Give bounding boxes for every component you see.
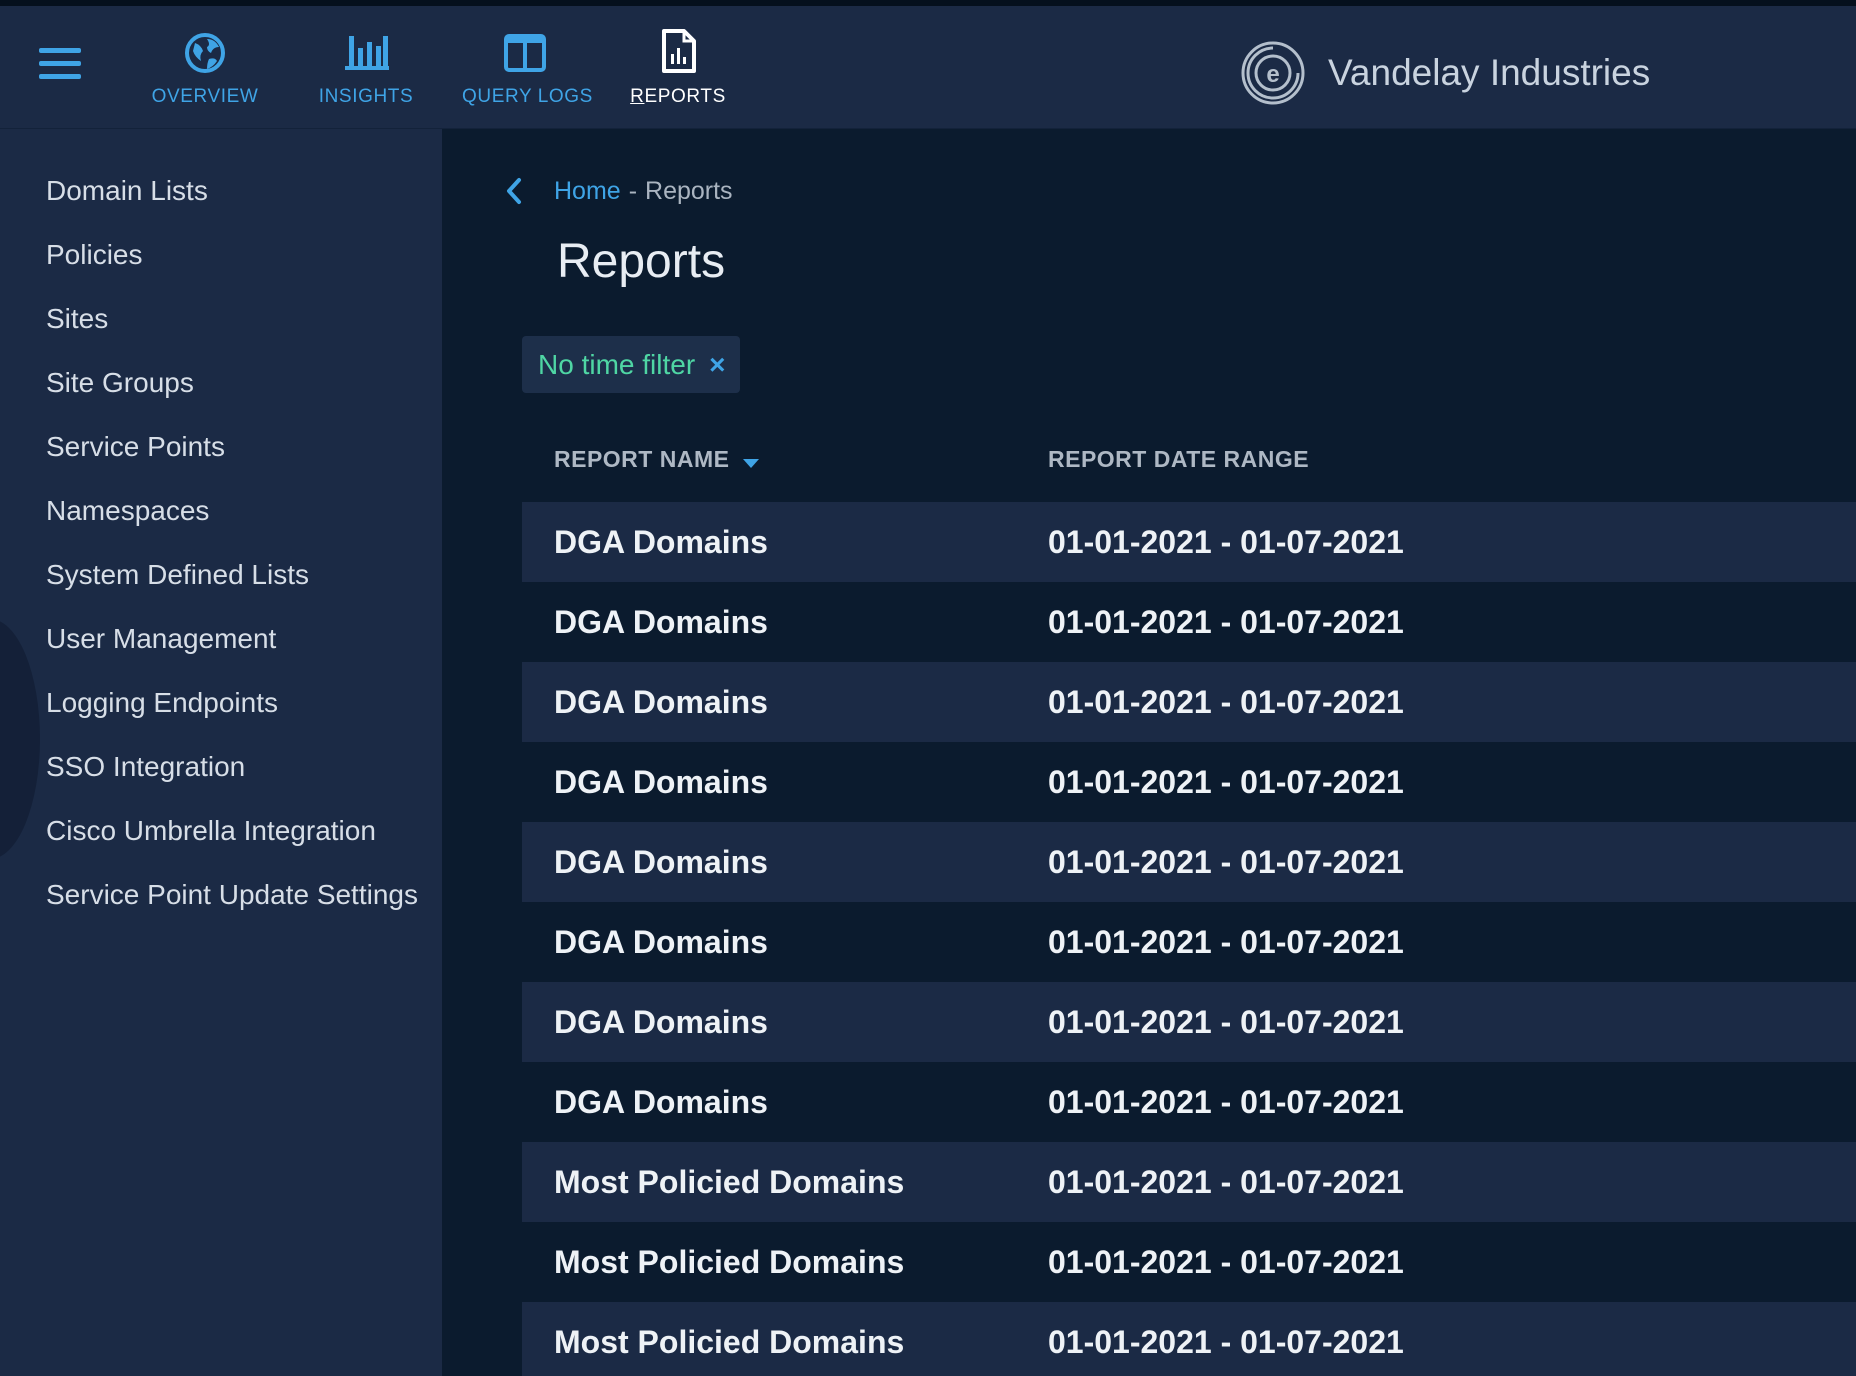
column-header-report-date-range: REPORT DATE RANGE (1048, 446, 1310, 472)
breadcrumb: Home - Reports (504, 171, 733, 211)
table-row[interactable]: DGA Domains 01-01-2021 - 01-07-2021 (522, 982, 1856, 1062)
column-header-report-name-label: REPORT NAME (554, 446, 730, 472)
breadcrumb-separator: - (628, 176, 638, 205)
time-filter-label: No time filter (538, 348, 696, 380)
table-row[interactable]: DGA Domains 01-01-2021 - 01-07-2021 (522, 662, 1856, 742)
report-date-range-cell: 01-01-2021 - 01-07-2021 (1048, 1084, 1404, 1120)
table-row[interactable]: Most Policied Domains 01-01-2021 - 01-07… (522, 1142, 1856, 1222)
nav-insights[interactable]: INSIGHTS (316, 26, 416, 116)
breadcrumb-current: Reports (645, 176, 733, 205)
table-row[interactable]: DGA Domains 01-01-2021 - 01-07-2021 (522, 822, 1856, 902)
chevron-left-icon[interactable] (504, 176, 524, 206)
sidebar-item-domain-lists[interactable]: Domain Lists (46, 159, 418, 223)
table-row[interactable]: DGA Domains 01-01-2021 - 01-07-2021 (522, 1062, 1856, 1142)
nav-overview-label: OVERVIEW (151, 86, 259, 107)
report-date-range-cell: 01-01-2021 - 01-07-2021 (1048, 844, 1404, 880)
table-row[interactable]: DGA Domains 01-01-2021 - 01-07-2021 (522, 502, 1856, 582)
sidebar-item-logging-endpoints[interactable]: Logging Endpoints (46, 671, 418, 735)
report-name-cell: DGA Domains (554, 524, 768, 560)
table-row[interactable]: Most Policied Domains 01-01-2021 - 01-07… (522, 1302, 1856, 1376)
sidebar-item-site-groups[interactable]: Site Groups (46, 351, 418, 415)
page-title: Reports (557, 235, 726, 288)
report-date-range-cell: 01-01-2021 - 01-07-2021 (1048, 604, 1404, 640)
table-row[interactable]: DGA Domains 01-01-2021 - 01-07-2021 (522, 742, 1856, 822)
time-filter-chip[interactable]: No time filter × (522, 336, 740, 393)
svg-text:e: e (1266, 61, 1279, 88)
nav-insights-label: INSIGHTS (318, 86, 414, 107)
report-name-cell: DGA Domains (554, 924, 768, 960)
main-content: Home - Reports Reports No time filter × … (442, 129, 1856, 1376)
sidebar-item-sso-integration[interactable]: SSO Integration (46, 735, 418, 799)
report-date-range-cell: 01-01-2021 - 01-07-2021 (1048, 924, 1404, 960)
hamburger-menu-icon[interactable] (39, 48, 81, 84)
table-header: REPORT NAME REPORT DATE RANGE (522, 424, 1856, 502)
report-name-cell: Most Policied Domains (554, 1324, 905, 1360)
sidebar-item-policies[interactable]: Policies (46, 223, 418, 287)
report-name-cell: DGA Domains (554, 684, 768, 720)
report-name-cell: DGA Domains (554, 604, 768, 640)
report-date-range-cell: 01-01-2021 - 01-07-2021 (1048, 764, 1404, 800)
company-logo-icon: e (1241, 41, 1305, 105)
report-name-cell: DGA Domains (554, 1084, 768, 1120)
nav-reports-label: REPORTS (630, 86, 726, 107)
sidebar-menu: Domain Lists Policies Sites Site Groups … (46, 159, 418, 927)
table-row[interactable]: Most Policied Domains 01-01-2021 - 01-07… (522, 1222, 1856, 1302)
sidebar: Domain Lists Policies Sites Site Groups … (0, 129, 442, 1376)
table-row[interactable]: DGA Domains 01-01-2021 - 01-07-2021 (522, 902, 1856, 982)
report-date-range-cell: 01-01-2021 - 01-07-2021 (1048, 1324, 1404, 1360)
close-icon[interactable]: × (709, 349, 725, 381)
brand: e Vandelay Industries (1240, 38, 1650, 108)
sidebar-item-sites[interactable]: Sites (46, 287, 418, 351)
sidebar-item-system-defined-lists[interactable]: System Defined Lists (46, 543, 418, 607)
report-date-range-cell: 01-01-2021 - 01-07-2021 (1048, 1164, 1404, 1200)
report-date-range-cell: 01-01-2021 - 01-07-2021 (1048, 684, 1404, 720)
sidebar-item-user-management[interactable]: User Management (46, 607, 418, 671)
nav-reports[interactable]: REPORTS (630, 26, 726, 116)
top-nav-bar: OVERVIEW INSIGHTS QUERY LOGS REPORTS e V… (0, 6, 1856, 129)
report-name-cell: DGA Domains (554, 1004, 768, 1040)
report-date-range-cell: 01-01-2021 - 01-07-2021 (1048, 1004, 1404, 1040)
column-header-report-name[interactable]: REPORT NAME (554, 446, 760, 473)
columns-icon (504, 34, 546, 72)
nav-overview[interactable]: OVERVIEW (150, 26, 260, 116)
sidebar-scroll-handle[interactable] (0, 619, 40, 859)
breadcrumb-home-link[interactable]: Home (554, 177, 621, 206)
sidebar-item-cisco-umbrella-integration[interactable]: Cisco Umbrella Integration (46, 799, 418, 863)
report-name-cell: DGA Domains (554, 764, 768, 800)
report-document-icon (662, 29, 696, 73)
reports-table: REPORT NAME REPORT DATE RANGE DGA Domain… (522, 424, 1856, 1376)
report-name-cell: DGA Domains (554, 844, 768, 880)
sidebar-item-service-point-update-settings[interactable]: Service Point Update Settings (46, 863, 418, 927)
sidebar-item-namespaces[interactable]: Namespaces (46, 479, 418, 543)
table-row[interactable]: DGA Domains 01-01-2021 - 01-07-2021 (522, 582, 1856, 662)
globe-icon (185, 33, 225, 73)
nav-query-logs-label: QUERY LOGS (462, 86, 593, 107)
bar-chart-icon (345, 36, 389, 70)
report-name-cell: Most Policied Domains (554, 1164, 905, 1200)
app-window: OVERVIEW INSIGHTS QUERY LOGS REPORTS e V… (0, 0, 1856, 1376)
report-date-range-cell: 01-01-2021 - 01-07-2021 (1048, 524, 1404, 560)
report-name-cell: Most Policied Domains (554, 1244, 905, 1280)
sidebar-item-service-points[interactable]: Service Points (46, 415, 418, 479)
sort-descending-icon (743, 459, 760, 469)
report-date-range-cell: 01-01-2021 - 01-07-2021 (1048, 1244, 1404, 1280)
brand-name: Vandelay Industries (1328, 52, 1651, 93)
nav-query-logs[interactable]: QUERY LOGS (462, 26, 593, 116)
